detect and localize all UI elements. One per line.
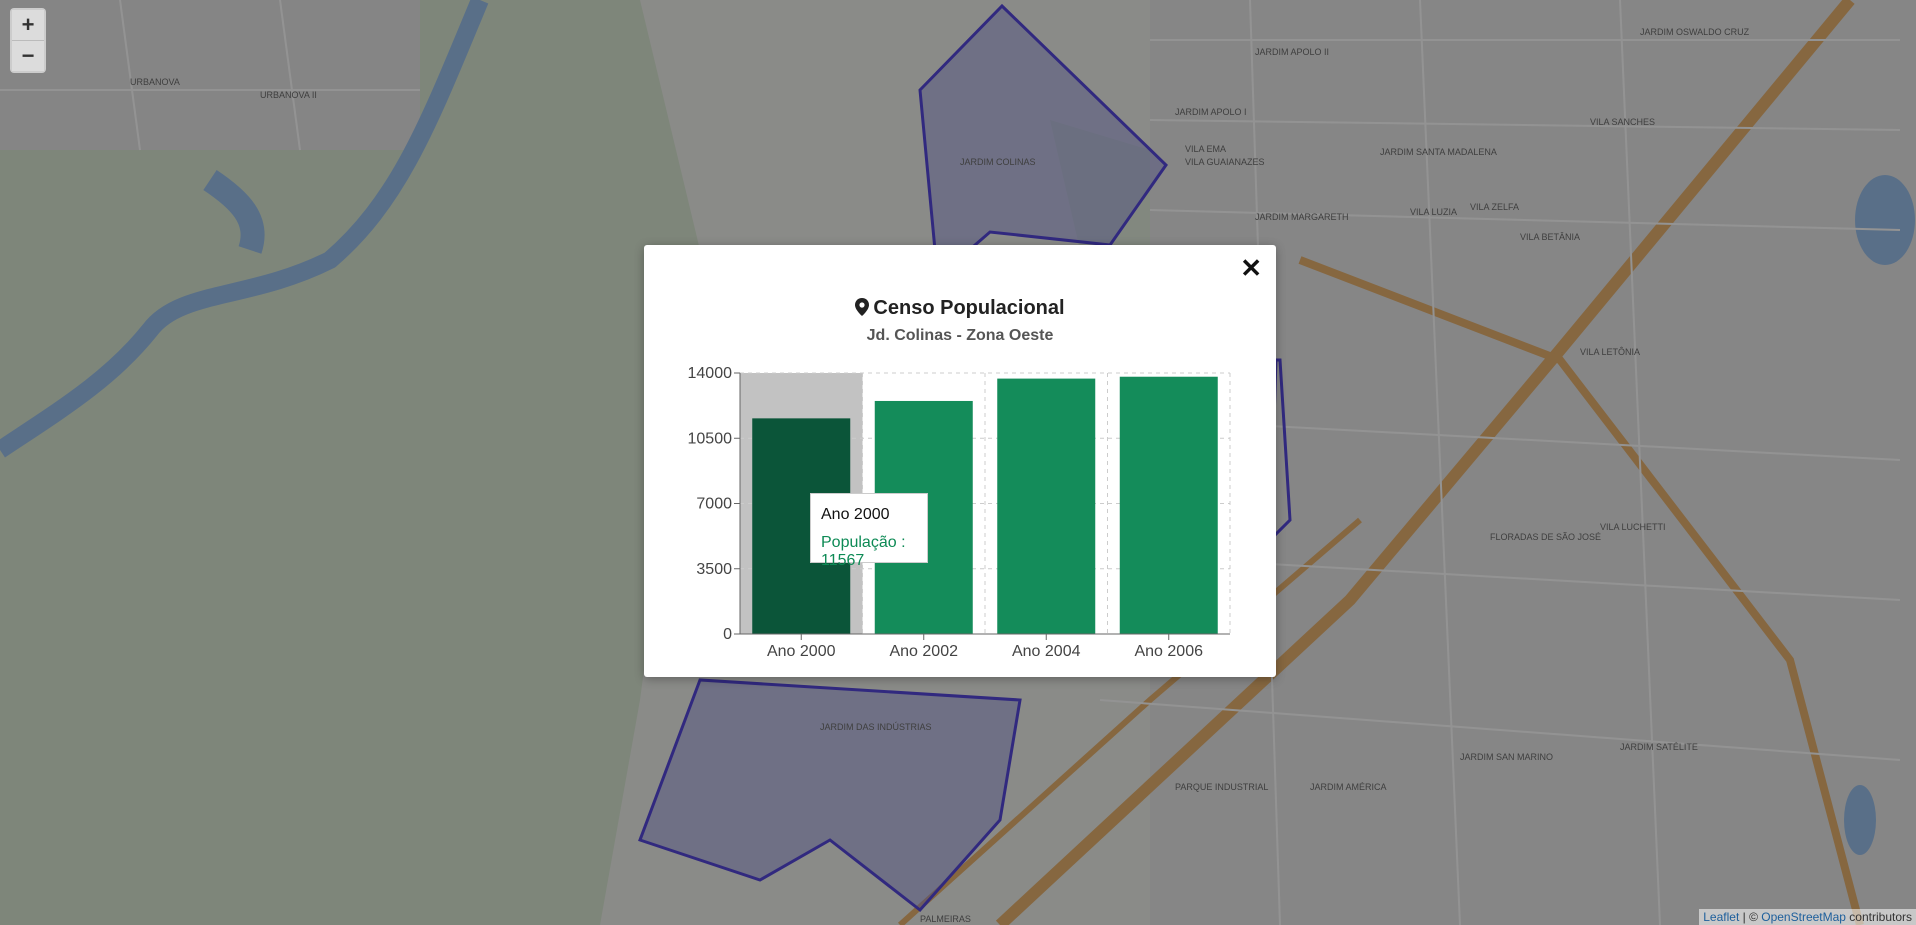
x-tick-label: Ano 2006 xyxy=(1134,643,1203,660)
y-tick-label: 0 xyxy=(723,626,732,643)
bar xyxy=(997,378,1096,634)
tooltip-label: Ano 2000 xyxy=(821,506,890,523)
zoom-out-button[interactable]: − xyxy=(12,40,44,71)
zoom-in-button[interactable]: + xyxy=(12,10,44,40)
chart-tooltip: Ano 2000 População : 11567 xyxy=(810,493,928,569)
attribution-suffix: contributors xyxy=(1845,910,1912,924)
x-tick-label: Ano 2002 xyxy=(889,643,958,660)
osm-link[interactable]: OpenStreetMap xyxy=(1761,910,1846,924)
y-tick-label: 7000 xyxy=(696,496,732,513)
y-tick-label: 14000 xyxy=(688,365,733,382)
x-tick-label: Ano 2004 xyxy=(1012,643,1081,660)
attribution-separator: | © xyxy=(1739,910,1762,924)
population-bar-chart[interactable]: 0 3500 7000 10500 14000 Ano 2000 Ano 2002 Ano 2… xyxy=(644,245,1276,677)
y-tick-label: 3500 xyxy=(696,561,732,578)
y-tick-label: 10500 xyxy=(688,430,733,447)
bar xyxy=(1119,376,1218,634)
zoom-control: + − xyxy=(10,8,46,73)
census-popup: ✕ Censo Populacional Jd. Colinas - Zona … xyxy=(644,245,1276,677)
map-attribution: Leaflet | © OpenStreetMap contributors xyxy=(1699,909,1916,925)
leaflet-link[interactable]: Leaflet xyxy=(1703,910,1739,924)
tooltip-value: População : 11567 xyxy=(821,534,906,569)
x-tick-label: Ano 2000 xyxy=(767,643,836,660)
